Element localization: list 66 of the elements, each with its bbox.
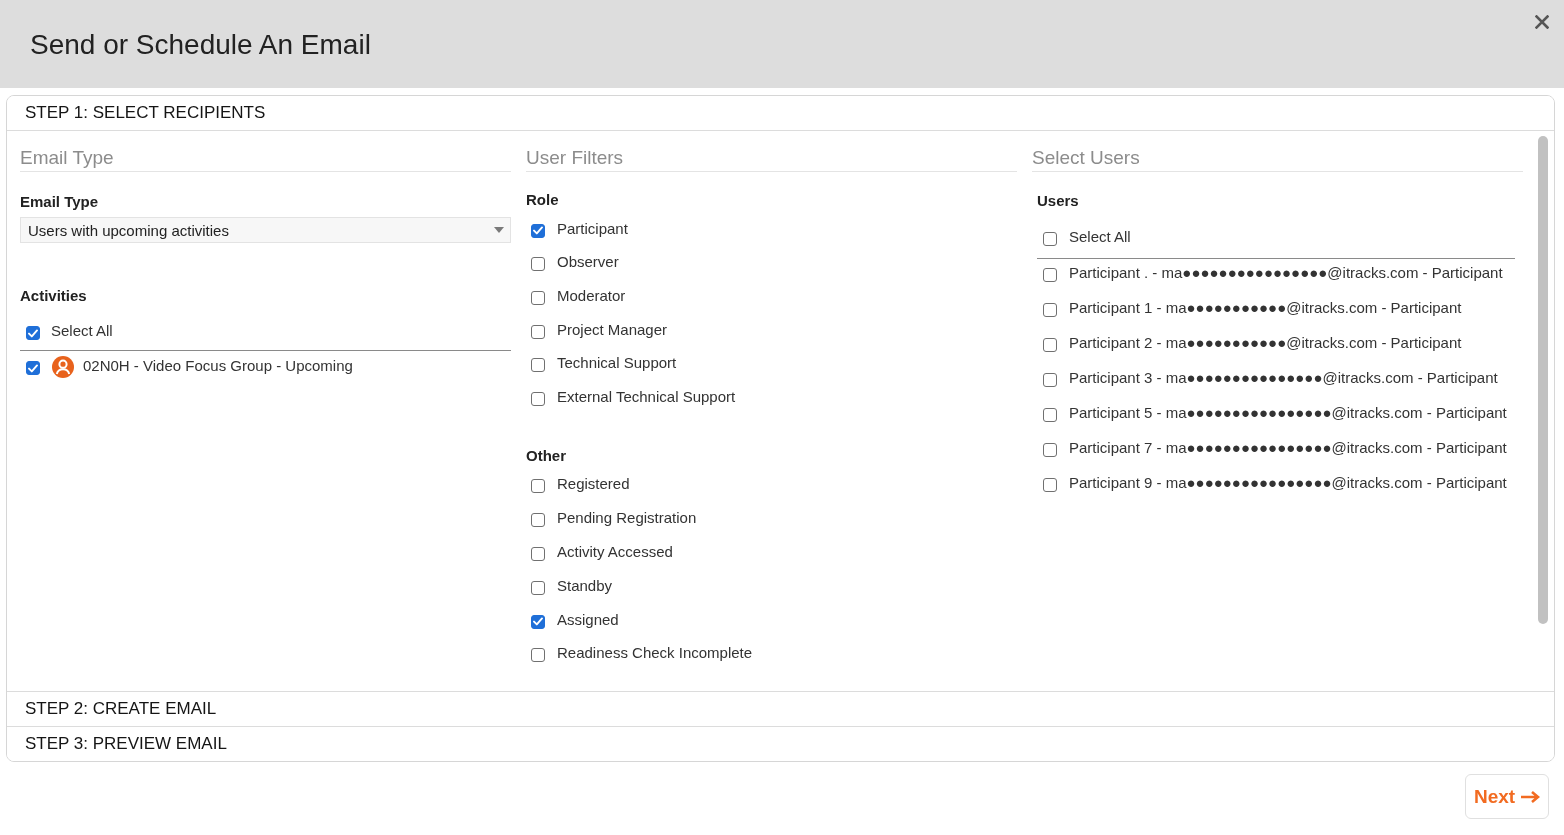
checkbox[interactable] [26,326,40,340]
checkbox-label[interactable]: Select All [1069,227,1131,247]
person-icon [52,356,74,378]
checkbox-label[interactable]: Project Manager [557,319,668,340]
checkbox[interactable] [1043,443,1057,457]
dialog-title: Send or Schedule An Email [30,28,371,62]
checkbox[interactable] [531,614,545,629]
checkbox[interactable] [531,648,545,663]
close-button[interactable] [1533,13,1551,31]
checkbox-label[interactable]: Observer [557,252,619,273]
checkbox[interactable] [1043,373,1057,387]
section-heading: Email Type [20,131,511,172]
checkbox-label[interactable]: Registered [557,474,630,495]
checkbox[interactable] [531,479,545,494]
checkbox-label[interactable]: Participant 3 - ma●●●●●●●●●●●●●●●@itracks.com - Participant [1069,368,1498,388]
checkbox[interactable] [531,291,545,305]
checkbox-label[interactable]: Activity Accessed [557,542,673,563]
checkbox-label[interactable]: Technical Support [557,353,677,374]
checkbox[interactable] [26,361,40,375]
group-label: Role [526,190,560,210]
step-header[interactable]: STEP 3: PREVIEW EMAIL [7,726,1554,761]
checkbox-label[interactable]: Participant . - ma●●●●●●●●●●●●●●●●@itracks.com - Participant [1069,263,1503,283]
checkbox-label[interactable]: Moderator [557,286,626,306]
checkbox-label[interactable]: Participant 1 - ma●●●●●●●●●●●@itracks.com - Participant [1069,298,1462,318]
checkbox[interactable] [1043,303,1057,317]
checkbox-label[interactable]: Readiness Check Incomplete [557,643,753,664]
checkbox[interactable] [531,391,545,406]
checkbox-label[interactable]: Select All [51,321,113,341]
checkbox-label[interactable]: Pending Registration [557,508,697,529]
check-icon [533,617,543,627]
checkbox[interactable] [1043,478,1057,492]
checkbox[interactable] [531,324,545,339]
check-icon [28,363,38,373]
check-icon [533,226,543,236]
checkbox[interactable] [1043,268,1057,282]
checkbox[interactable] [531,358,545,373]
checkbox-label[interactable]: Standby [557,575,613,596]
arrow-right-icon [1521,790,1541,803]
checkbox[interactable] [1043,338,1057,352]
step-header[interactable]: STEP 1: SELECT RECIPIENTS [7,96,1554,131]
checkbox-label[interactable]: Participant 7 - ma●●●●●●●●●●●●●●●●@itracks.com - Participant [1069,438,1507,458]
checkbox-label[interactable]: External Technical Support [557,386,736,407]
checkbox[interactable] [531,513,545,528]
checkbox[interactable] [531,223,545,238]
checkbox[interactable] [531,257,545,272]
checkbox[interactable] [1043,232,1057,246]
scrollbar-thumb[interactable] [1538,136,1548,624]
checkbox[interactable] [531,580,545,595]
checkbox-label[interactable]: Participant [557,218,628,239]
checkbox-label[interactable]: Participant 5 - ma●●●●●●●●●●●●●●●●@itracks.com - Participant [1069,403,1507,423]
caret-icon [494,227,504,233]
group-label: Users [1037,191,1080,211]
checkbox-label[interactable]: Participant 9 - ma●●●●●●●●●●●●●●●●@itracks.com - Participant [1069,473,1507,493]
section-heading: Select Users [1032,131,1523,172]
group-label: Activities [20,286,88,306]
check-icon [28,328,38,338]
close-icon [1535,15,1549,29]
email-type-dropdown[interactable]: Users with upcoming activities [20,217,511,243]
checkbox[interactable] [531,547,545,562]
group-label: Other [526,445,567,466]
checkbox-label[interactable]: Assigned [557,609,619,630]
field-label: Email Type [20,192,100,212]
checkbox-label[interactable]: Participant 2 - ma●●●●●●●●●●●@itracks.com - Participant [1069,333,1462,353]
checkbox[interactable] [1043,408,1057,422]
section-heading: User Filters [526,131,1017,172]
checkbox-label[interactable]: 02N0H - Video Focus Group - Upcoming [83,356,353,376]
